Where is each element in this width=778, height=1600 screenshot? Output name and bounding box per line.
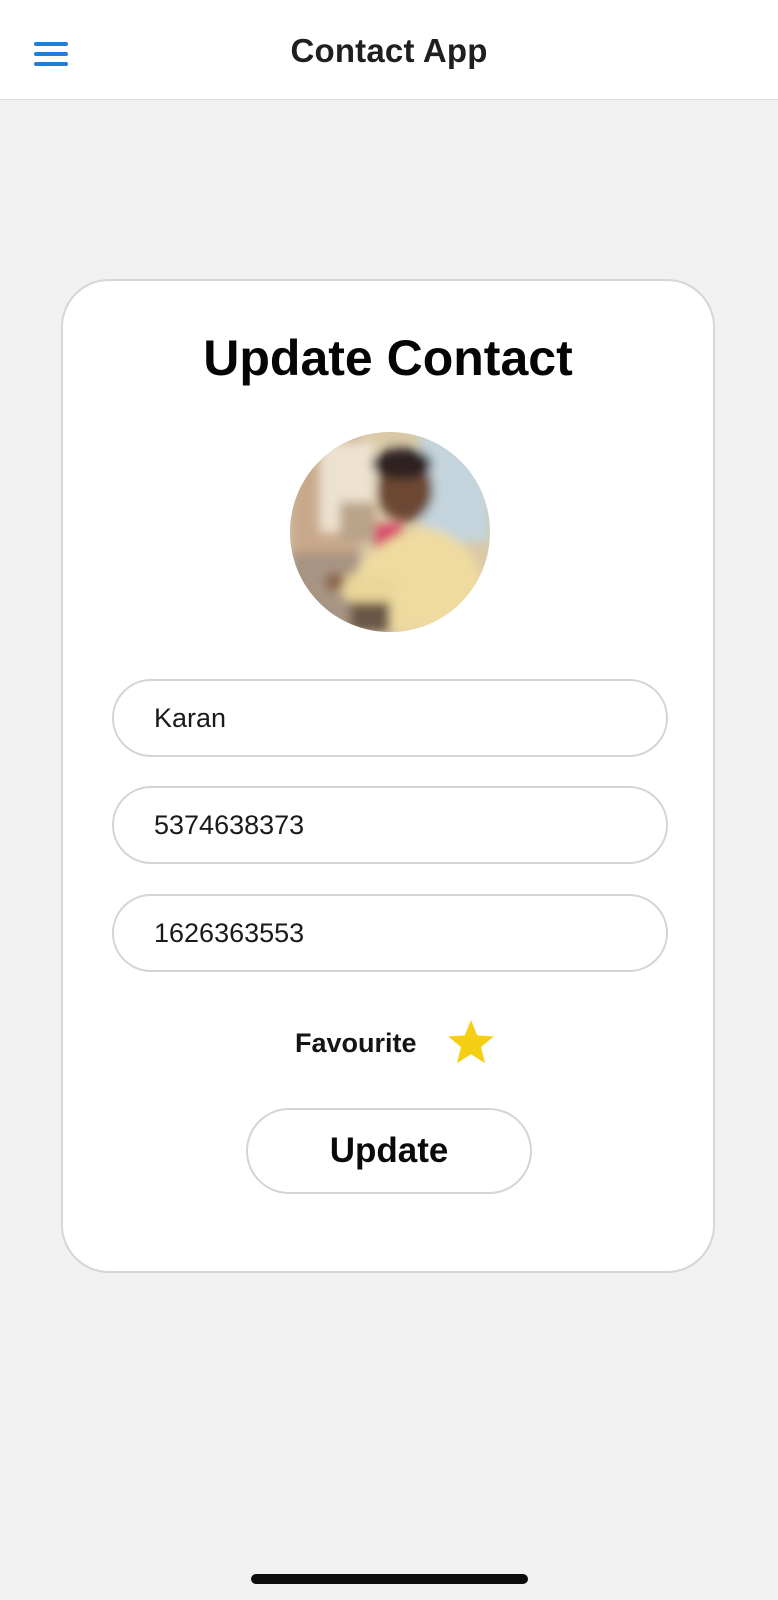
contact-avatar[interactable] bbox=[290, 432, 490, 632]
app-title: Contact App bbox=[290, 32, 488, 69]
avatar-photo bbox=[290, 432, 490, 632]
favourite-row: Favourite bbox=[63, 1014, 713, 1070]
favourite-label: Favourite bbox=[295, 1028, 417, 1058]
name-field[interactable] bbox=[112, 679, 668, 757]
update-contact-card: Update Contact Karan 5374638373 16263635… bbox=[61, 279, 715, 1273]
star-icon[interactable] bbox=[446, 1018, 496, 1066]
app-header: Contact App bbox=[0, 0, 778, 100]
card-title: Update Contact bbox=[203, 330, 573, 386]
home-indicator bbox=[251, 1574, 528, 1584]
update-button[interactable]: Update bbox=[246, 1108, 532, 1194]
alternate-phone-field[interactable] bbox=[112, 894, 668, 972]
phone-field[interactable] bbox=[112, 786, 668, 864]
